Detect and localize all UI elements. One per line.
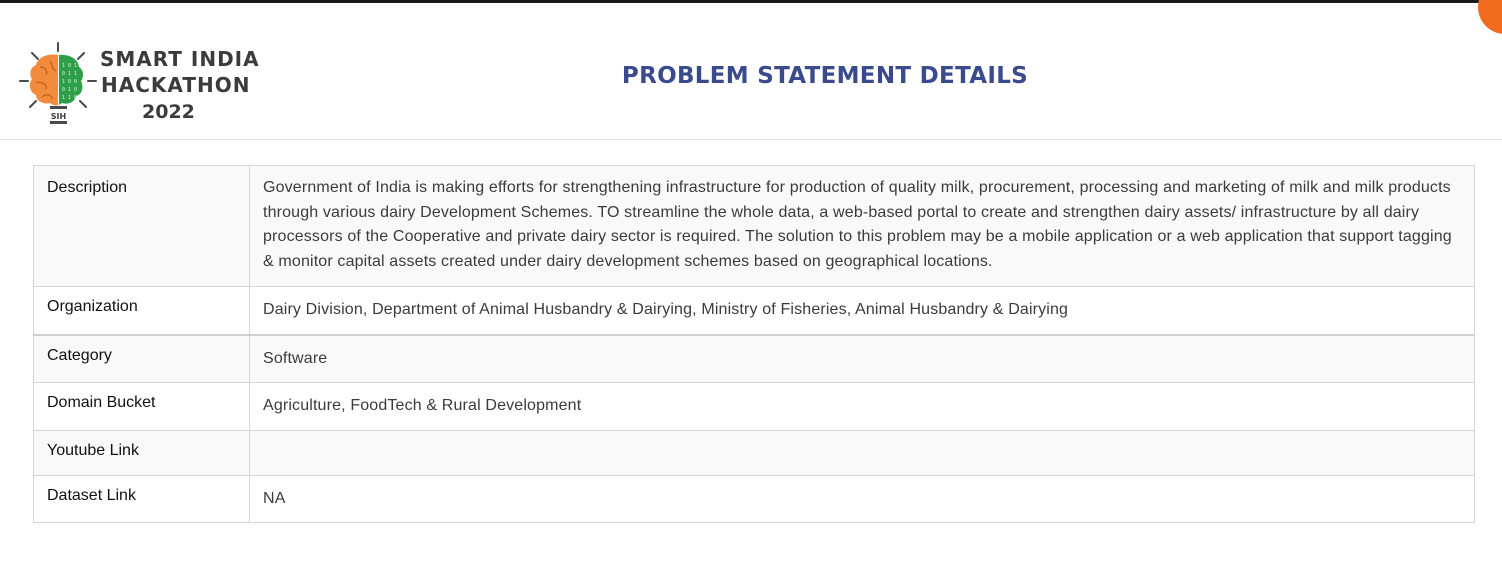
row-label: Dataset Link [33, 474, 250, 523]
row-value: Software [249, 334, 1475, 383]
table-row: Description Government of India is makin… [33, 165, 1475, 287]
row-label: Youtube Link [33, 429, 250, 476]
row-label: Category [33, 334, 250, 383]
logo-line-3: 2022 [142, 101, 195, 123]
row-value: Dairy Division, Department of Animal Hus… [249, 286, 1475, 336]
row-label: Organization [33, 286, 250, 336]
row-label: Domain Bucket [33, 382, 250, 431]
row-value[interactable]: NA [249, 474, 1475, 523]
row-value: Government of India is making efforts fo… [249, 165, 1475, 287]
sih-badge-text: SIH [51, 112, 66, 121]
problem-details-table: Description Government of India is makin… [33, 165, 1475, 523]
row-value: Agriculture, FoodTech & Rural Developmen… [249, 382, 1475, 431]
table-row: Youtube Link [33, 429, 1475, 476]
svg-text:1 1 0: 1 1 0 [62, 95, 77, 101]
table-row: Dataset Link NA [33, 474, 1475, 523]
table-row: Domain Bucket Agriculture, FoodTech & Ru… [33, 382, 1475, 431]
table-row: Category Software [33, 334, 1475, 383]
page-title: PROBLEM STATEMENT DETAILS [621, 63, 1029, 89]
table-row: Organization Dairy Division, Department … [33, 286, 1475, 336]
row-label: Description [33, 165, 250, 287]
page-header: 1 0 1 0 1 1 1 0 0 0 1 0 1 1 0 SIH SMART … [0, 3, 1502, 140]
row-value[interactable] [249, 429, 1475, 476]
